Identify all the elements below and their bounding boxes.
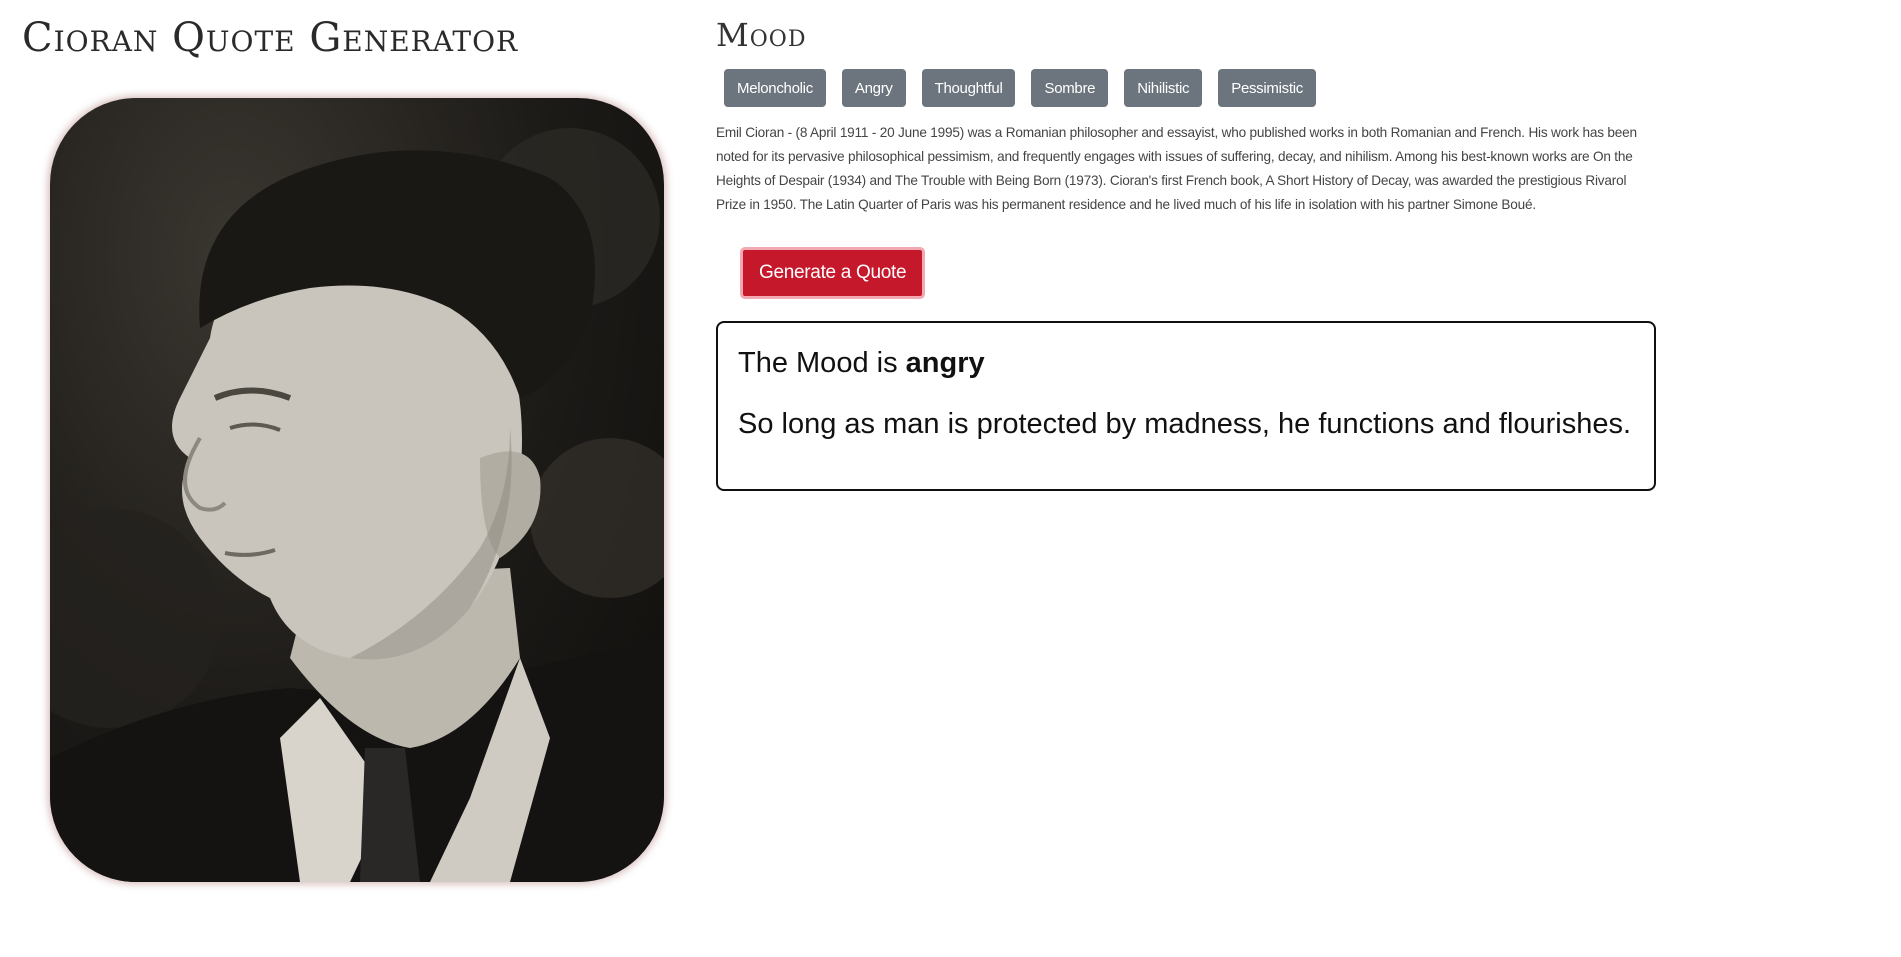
page: Cioran Quote Generator Mood Meloncholic … [0,0,1901,957]
mood-button-pessimistic[interactable]: Pessimistic [1218,69,1316,108]
mood-button-sombre[interactable]: Sombre [1031,69,1109,108]
mood-button-thoughtful[interactable]: Thoughtful [921,69,1016,108]
cioran-bio: Emil Cioran - (8 April 1911 - 20 June 19… [716,125,1637,213]
generate-quote-button[interactable]: Generate a Quote [740,247,926,300]
mood-result-line: The Mood is angry [738,347,1634,380]
portrait-illustration [50,128,664,882]
mood-button-nihilistic[interactable]: Nihilistic [1124,69,1203,108]
portrait-image [50,98,664,882]
right-column: Mood Meloncholic Angry Thoughtful Sombre… [716,16,1656,492]
app-title: Cioran Quote Generator [22,15,519,61]
left-column: Cioran Quote Generator [22,18,672,58]
quote-text: So long as man is protected by madness, … [738,408,1632,441]
mood-heading: Mood [716,16,807,54]
quote-result-box: The Mood is angry So long as man is prot… [716,321,1656,492]
mood-result-value: angry [905,347,985,380]
mood-button-group: Meloncholic Angry Thoughtful Sombre Nihi… [724,69,1656,108]
mood-button-meloncholic[interactable]: Meloncholic [724,69,826,108]
mood-result-prefix: The Mood is [738,347,898,380]
mood-button-angry[interactable]: Angry [841,69,906,108]
